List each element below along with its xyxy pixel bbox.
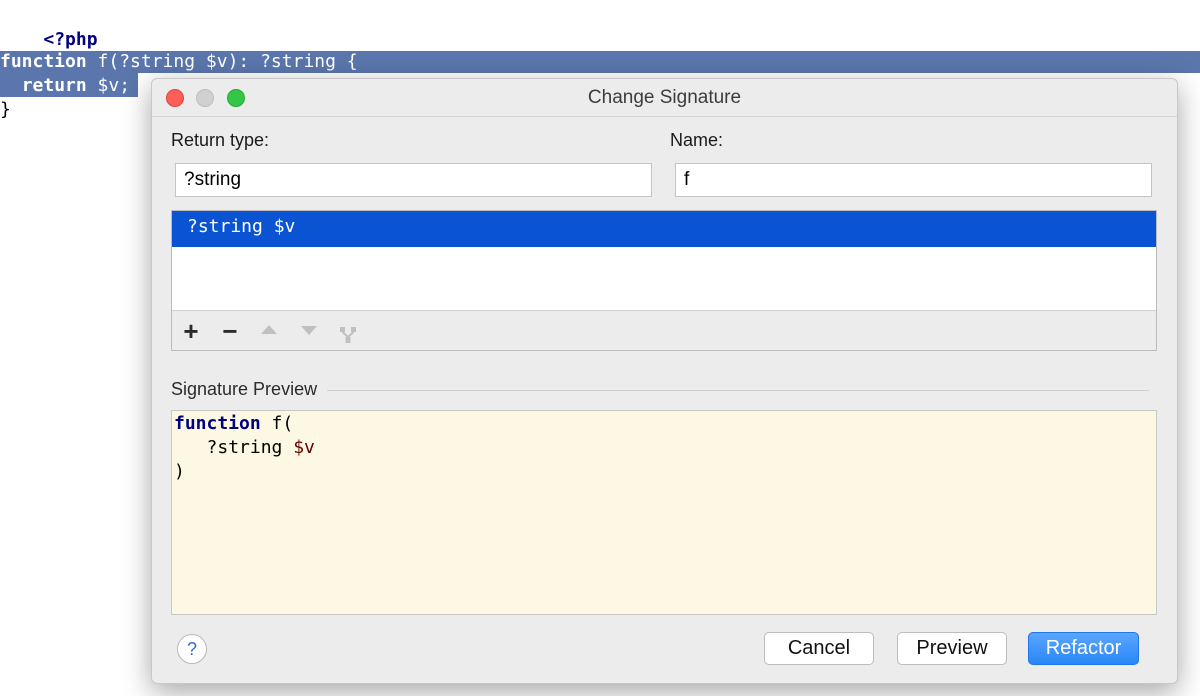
change-signature-dialog: Change Signature Return type: ?string Na… [151,78,1178,684]
preview-line-3: ) [174,461,185,482]
return-type-label: Return type: [171,130,270,150]
parameter-row-selected[interactable]: ?string $v [172,211,1156,247]
titlebar-divider [152,116,1177,117]
signature-preview-panel: function f( ?string $v ) [171,410,1157,615]
minimize-window-button[interactable] [196,89,214,107]
php-open-tag: <?php [43,29,98,50]
parameters-toolbar: + − [172,310,1156,350]
zoom-window-button[interactable] [227,89,245,107]
move-down-icon[interactable] [301,326,317,335]
signature-preview-label: Signature Preview [171,379,328,400]
preview-button[interactable]: Preview [897,632,1007,665]
code-line-return: return $v; [21,75,131,96]
add-parameter-button[interactable]: + [178,311,204,351]
close-window-button[interactable] [166,89,184,107]
dialog-titlebar[interactable]: Change Signature [152,79,1177,117]
parameters-table[interactable]: ?string $v + − [171,210,1157,351]
propagate-parameters-icon[interactable] [338,321,358,343]
cancel-button[interactable]: Cancel [764,632,874,665]
help-button[interactable]: ? [177,634,207,664]
dialog-title: Change Signature [587,87,742,108]
move-up-icon[interactable] [261,325,277,334]
name-field[interactable]: f [675,163,1152,197]
code-line-close-brace: } [0,99,11,120]
preview-line-2: ?string $v [206,437,315,458]
name-label: Name: [670,130,724,150]
preview-line-1: function f( [174,413,294,434]
return-type-field[interactable]: ?string [175,163,652,197]
refactor-button[interactable]: Refactor [1028,632,1139,665]
code-line-function: function f(?string $v): ?string { [0,51,358,72]
remove-parameter-button[interactable]: − [217,311,243,351]
